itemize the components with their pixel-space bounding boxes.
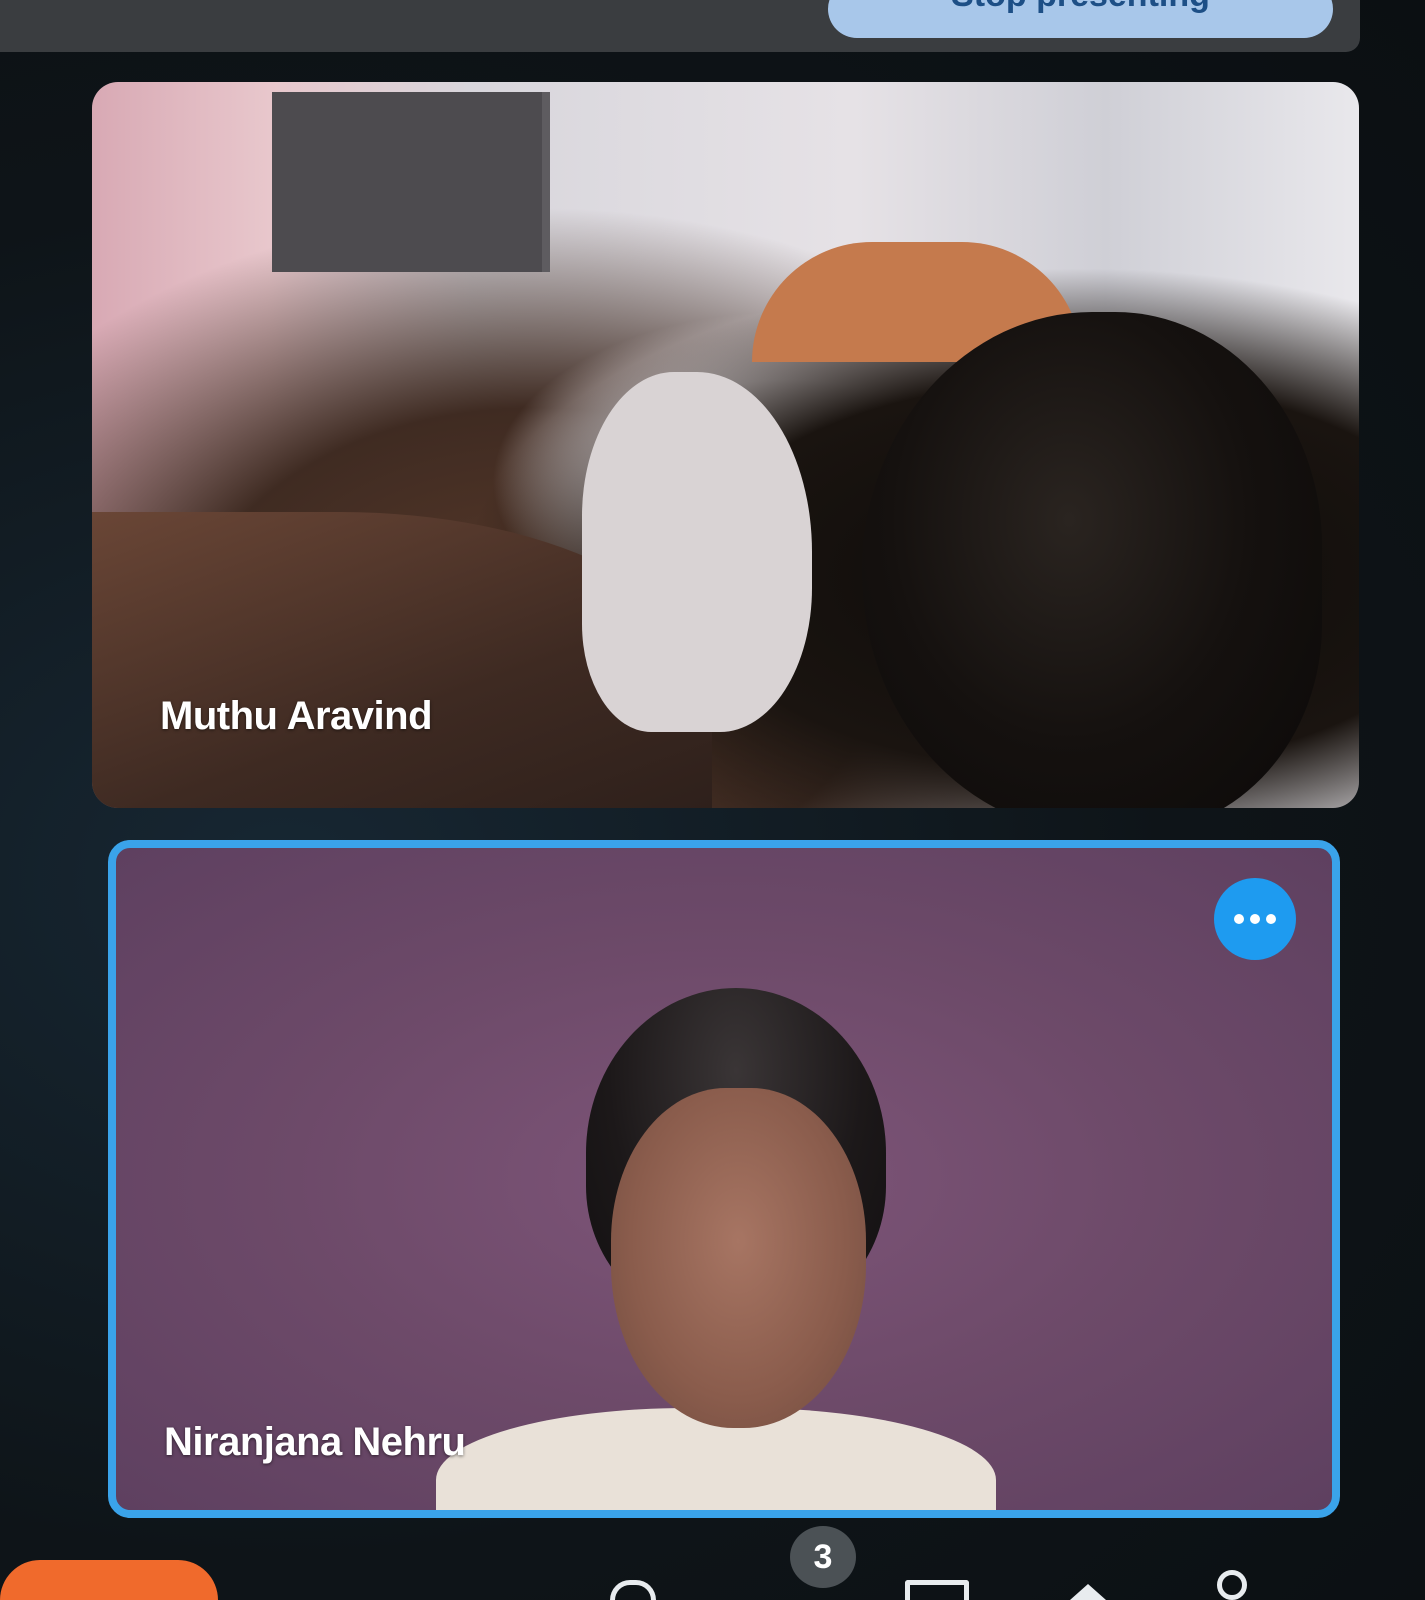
participant-count-badge: 3 <box>790 1526 856 1588</box>
more-horizontal-icon <box>1234 914 1244 924</box>
participant-name: Muthu Aravind <box>160 694 433 738</box>
top-bar: Stop presenting <box>0 0 1360 52</box>
participant-tile-muthu-aravind[interactable]: Muthu Aravind <box>92 82 1359 808</box>
video-call-screen: Stop presenting Muthu Aravind Niranjana … <box>0 0 1425 1600</box>
leave-call-button[interactable] <box>0 1560 218 1600</box>
present-icon[interactable] <box>905 1580 969 1600</box>
raise-hand-icon[interactable] <box>1070 1584 1106 1600</box>
stop-presenting-label: Stop presenting <box>828 0 1333 15</box>
video-subject-face <box>611 1088 866 1428</box>
participant-tile-niranjana-nehru[interactable]: Niranjana Nehru <box>108 840 1340 1518</box>
more-dot <box>1250 914 1260 924</box>
participant-name: Niranjana Nehru <box>164 1420 466 1464</box>
people-icon[interactable] <box>1217 1570 1247 1600</box>
video-background-window <box>272 92 550 272</box>
more-dot <box>1266 914 1276 924</box>
video-subject-head <box>862 312 1322 808</box>
video-subject-shirt <box>582 372 812 732</box>
chat-icon[interactable] <box>610 1580 656 1600</box>
stop-presenting-button[interactable]: Stop presenting <box>828 0 1333 38</box>
more-options-button[interactable] <box>1214 878 1296 960</box>
bottom-toolbar: 3 <box>0 1526 1425 1600</box>
